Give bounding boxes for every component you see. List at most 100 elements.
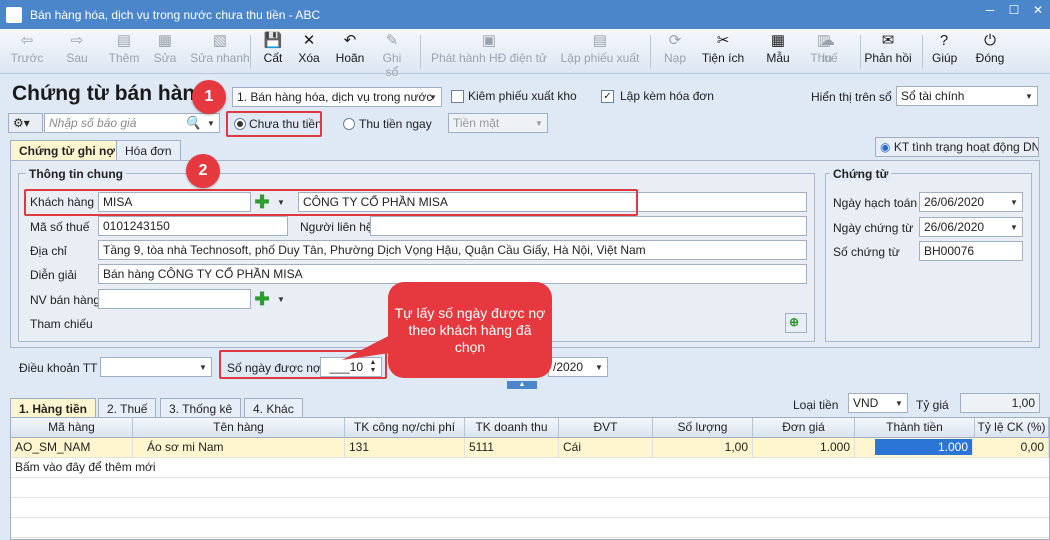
toolbar-button-12[interactable]: ✂ Tiện ích	[701, 31, 745, 65]
cell-ty-le-ck[interactable]: 0,00	[975, 438, 1049, 458]
toolbar-button-15[interactable]: ☁ In	[820, 31, 835, 65]
quote-tool-button[interactable]: ⚙▾	[8, 113, 43, 133]
so-chung-tu-label: Số chứng từ	[833, 245, 900, 259]
chevron-down-icon[interactable]: ▼	[203, 114, 219, 132]
toolbar-button-8[interactable]: ✎ Ghi sổ	[376, 31, 408, 79]
window-title: Bán hàng hóa, dịch vụ trong nước chưa th…	[30, 7, 321, 22]
col-header-don-gia[interactable]: Đơn giá	[753, 418, 855, 438]
toolbar-label: Sửa nhanh	[190, 51, 250, 65]
minimize-button[interactable]: ─	[978, 0, 1002, 20]
nguoi-lien-he-input[interactable]	[370, 216, 807, 236]
ma-so-thue-input[interactable]: 0101243150	[98, 216, 288, 236]
export-slip-icon: ▤	[592, 32, 608, 49]
toolbar-button-17[interactable]: ? Giúp	[932, 31, 957, 65]
ngay-hach-toan-input[interactable]: 26/06/2020 ▼	[919, 192, 1023, 212]
toolbar-label: Ghi sổ	[382, 51, 402, 79]
dia-chi-input[interactable]: Tầng 9, tòa nhà Technosoft, phố Duy Tân,…	[98, 240, 807, 260]
kiem-phieu-xuat-kho-checkbox[interactable]	[451, 90, 464, 103]
collapse-handle[interactable]: ▲	[507, 381, 537, 389]
toolbar-label: Sau	[66, 51, 88, 65]
toolbar-button-13[interactable]: ▦ Mẫu	[766, 31, 790, 65]
col-header-ty-le-ck[interactable]: Tỷ lệ CK (%)	[975, 418, 1049, 438]
toolbar-button-1[interactable]: ⇨ Sau	[62, 31, 92, 65]
thu-tien-ngay-radio[interactable]	[343, 118, 355, 130]
so-chung-tu-input[interactable]: BH00076	[919, 241, 1023, 261]
add-row-hint[interactable]: Bấm vào đây để thêm mới	[11, 458, 311, 478]
nguoi-lien-he-label: Người liên hệ	[300, 220, 373, 234]
close-window-button[interactable]: ✕	[1026, 0, 1050, 20]
toolbar-button-0[interactable]: ⇦ Trước	[10, 31, 44, 65]
help-icon: ?	[939, 32, 949, 49]
template-icon: ▦	[770, 32, 786, 49]
cell-thanh-tien[interactable]: 1.000	[875, 439, 973, 455]
toolbar-button-3[interactable]: ▦ Sửa	[152, 31, 178, 65]
toolbar-button-4[interactable]: ▧ Sửa nhanh	[190, 31, 250, 65]
han-thanh-toan-input[interactable]: /2020 ▼	[548, 357, 608, 377]
toolbar-label: Mẫu	[766, 51, 790, 65]
payment-method-select[interactable]: Tiền mặt ▼	[448, 113, 548, 133]
tab-thue[interactable]: 2. Thuế	[98, 398, 157, 418]
add-reference-icon[interactable]: ⊕	[785, 313, 807, 333]
toolbar-button-11[interactable]: ⟳ Nạp	[662, 31, 688, 65]
cell-ma-hang[interactable]: AO_SM_NAM	[11, 438, 133, 458]
so-ngay-duoc-no-label: Số ngày được nợ	[227, 361, 321, 375]
detail-grid: Mã hàng Tên hàng TK công nợ/chi phí TK d…	[10, 417, 1050, 540]
dien-giai-input[interactable]: Bán hàng CÔNG TY CỔ PHẦN MISA	[98, 264, 807, 284]
cell-so-luong[interactable]: 1,00	[653, 438, 753, 458]
arrow-right-icon: ⇨	[70, 32, 84, 49]
chevron-down-icon: ▼	[535, 118, 543, 128]
quote-search-input[interactable]: Nhập số báo giá 🔍 ▼	[44, 113, 220, 133]
col-header-ten-hang[interactable]: Tên hàng	[133, 418, 345, 438]
toolbar-button-9[interactable]: ▣ Phát hành HĐ điện tử	[430, 31, 548, 65]
tab-hoa-don[interactable]: Hóa đơn	[116, 140, 181, 160]
table-row[interactable]: AO_SM_NAM Áo sơ mi Nam 131 5111 Cái 1,00…	[11, 438, 1049, 458]
toolbar-button-10[interactable]: ▤ Lập phiếu xuất	[560, 31, 640, 65]
col-header-ma-hang[interactable]: Mã hàng	[11, 418, 133, 438]
toolbar-label: Phản hồi	[864, 51, 912, 65]
app-icon	[6, 6, 22, 23]
chevron-down-icon[interactable]: ▼	[273, 290, 289, 308]
toolbar-label: Hoãn	[335, 51, 365, 65]
nv-ban-hang-input[interactable]	[98, 289, 251, 309]
col-header-tk-doanh-thu[interactable]: TK doanh thu	[465, 418, 559, 438]
lap-kem-hoa-don-checkbox[interactable]: ✓	[601, 90, 614, 103]
toolbar-button-16[interactable]: ✉ Phản hồi	[864, 31, 912, 65]
cell-don-gia[interactable]: 1.000	[753, 438, 855, 458]
toolbar-button-2[interactable]: ▤ Thêm	[108, 31, 140, 65]
col-header-so-luong[interactable]: Số lượng	[653, 418, 753, 438]
cell-ten-hang[interactable]: Áo sơ mi Nam	[133, 438, 345, 458]
hien-thi-select[interactable]: Sổ tài chính ▼	[896, 86, 1038, 106]
dieu-khoan-tt-select[interactable]: ▼	[100, 357, 212, 377]
col-header-thanh-tien[interactable]: Thành tiền	[855, 418, 975, 438]
kt-tinh-trang-button[interactable]: ◉ KT tình trạng hoạt động DN	[875, 137, 1039, 157]
maximize-button[interactable]: ☐	[1002, 0, 1026, 20]
chevron-down-icon: ▼	[199, 362, 207, 372]
col-header-dvt[interactable]: ĐVT	[559, 418, 653, 438]
col-header-tk-cong-no[interactable]: TK công nợ/chi phí	[345, 418, 465, 438]
empty-row	[11, 518, 1049, 538]
transaction-type-select[interactable]: 1. Bán hàng hóa, dịch vụ trong nước ▼	[232, 87, 442, 107]
tab-chung-tu-ghi-no[interactable]: Chứng từ ghi nợ	[10, 140, 124, 160]
toolbar-button-6[interactable]: ✕ Xóa	[296, 31, 322, 65]
toolbar-button-5[interactable]: 💾 Cất	[260, 31, 286, 65]
ty-gia-input[interactable]: 1,00	[960, 393, 1040, 413]
toolbar-label: Nạp	[663, 51, 686, 65]
cell-dvt[interactable]: Cái	[559, 438, 653, 458]
cell-tk-doanh-thu[interactable]: 5111	[465, 438, 559, 458]
cell-tk-cong-no[interactable]: 131	[345, 438, 465, 458]
reload-icon: ⟳	[668, 32, 682, 49]
kt-icon: ◉	[880, 140, 894, 154]
tab-khac[interactable]: 4. Khác	[244, 398, 303, 418]
toolbar-button-18[interactable]: ⏻ Đóng	[972, 31, 1008, 65]
pencil-icon: ✎	[385, 32, 399, 49]
tab-hang-tien[interactable]: 1. Hàng tiền	[10, 398, 97, 418]
add-employee-icon[interactable]: ✚	[253, 290, 271, 308]
toolbar-button-7[interactable]: ↶ Hoãn	[334, 31, 366, 65]
ngay-chung-tu-input[interactable]: 26/06/2020 ▼	[919, 217, 1023, 237]
loai-tien-label: Loại tiền	[793, 398, 839, 412]
tab-thong-ke[interactable]: 3. Thống kê	[160, 398, 242, 418]
toolbar-separator	[922, 35, 923, 69]
search-icon[interactable]: 🔍	[185, 114, 201, 132]
loai-tien-select[interactable]: VND ▼	[848, 393, 908, 413]
add-row[interactable]: Bấm vào đây để thêm mới	[11, 458, 1049, 478]
